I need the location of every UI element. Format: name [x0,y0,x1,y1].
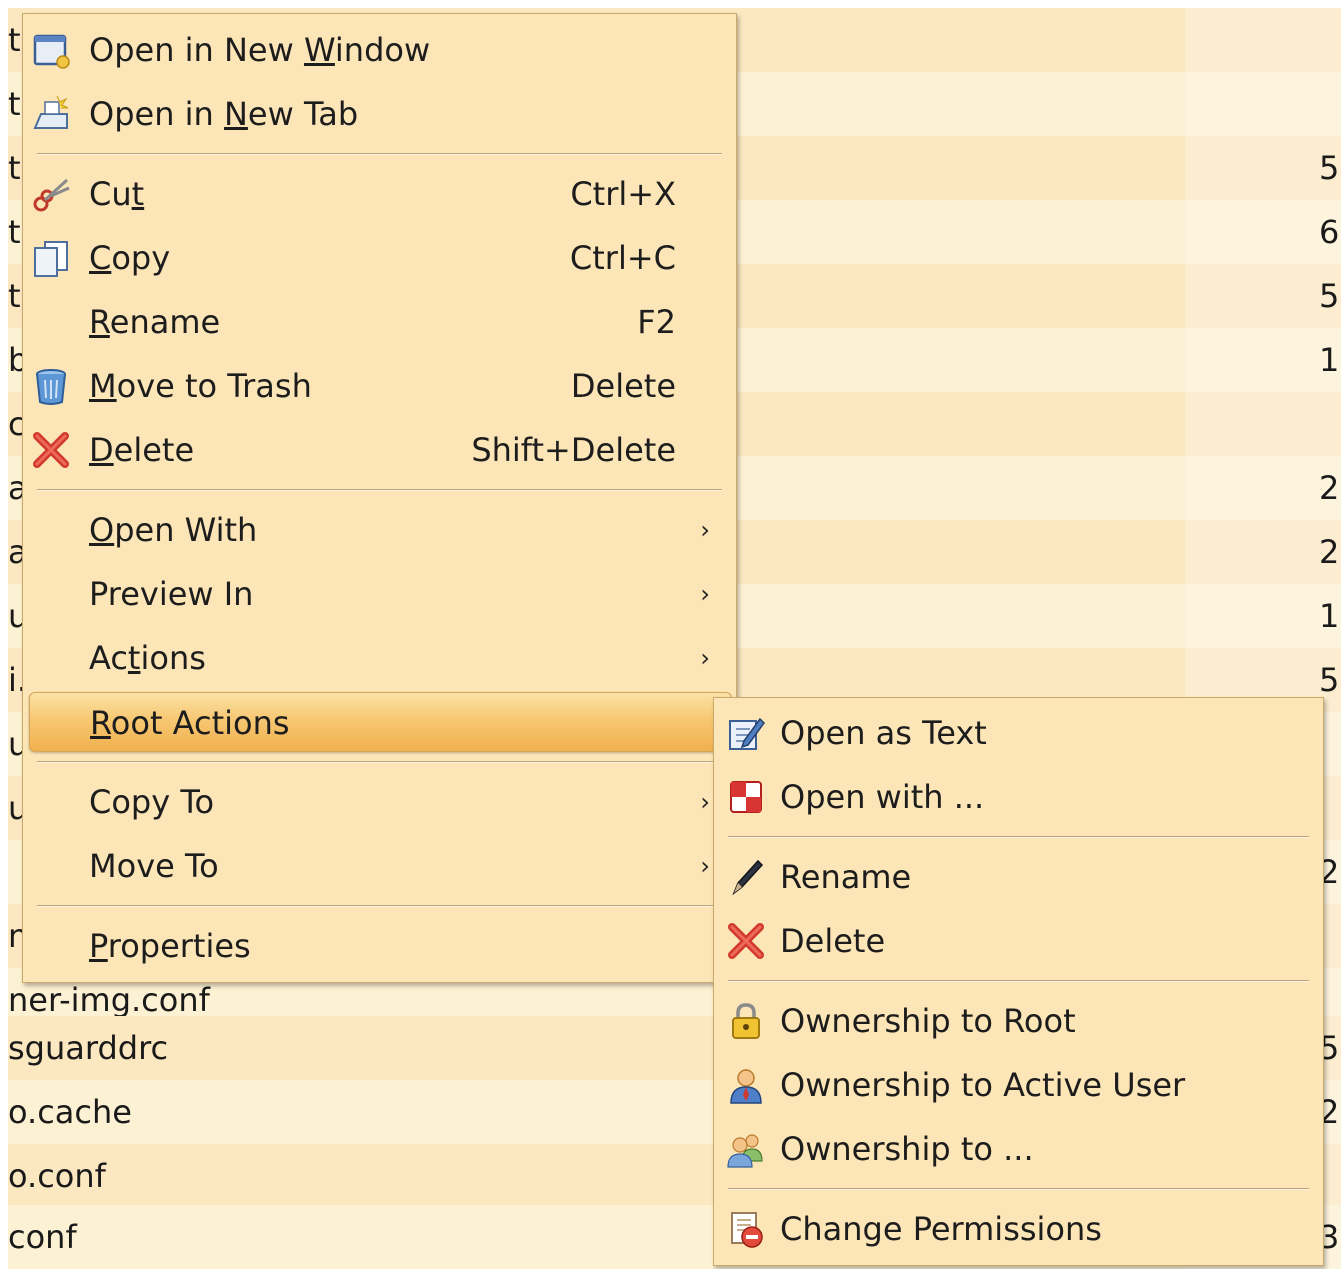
menu-item-shortcut: Shift+Delete [471,431,676,469]
file-name: t [8,213,21,251]
file-name: t [8,149,21,187]
submenu-item-label: Open with ... [780,778,985,816]
submenu-item-ownership-to[interactable]: Ownership to ... [714,1117,1323,1181]
submenu-item-open-with[interactable]: Open with ... [714,765,1323,829]
file-size: 5 [1319,150,1340,186]
menu-item-label: Open in New Window [89,31,431,69]
open-with-icon [726,777,766,817]
pen-icon [726,857,766,897]
context-menu: Open in New Window Open in New Tab Cut C… [22,13,737,983]
submenu-item-delete[interactable]: Delete [714,909,1323,973]
file-name: o.conf [8,1157,106,1195]
submenu-arrow-icon: › [700,580,710,608]
menu-item-root-actions[interactable]: Root Actions › [29,692,732,752]
submenu-item-label: Rename [780,858,912,896]
menu-item-shortcut: Ctrl+X [570,175,676,213]
menu-item-label: Open in New Tab [89,95,359,133]
file-name: conf [8,1218,77,1256]
menu-separator [37,489,722,491]
menu-item-cut[interactable]: Cut Ctrl+X [23,162,736,226]
menu-item-open-in-new-window[interactable]: Open in New Window [23,18,736,82]
menu-item-label: Delete [89,431,195,469]
menu-item-shortcut: Delete [570,367,676,405]
submenu-arrow-icon: › [700,788,710,816]
menu-separator [728,836,1309,838]
menu-item-actions[interactable]: Actions › [23,626,736,690]
edit-text-icon [726,713,766,753]
submenu-item-label: Ownership to Active User [780,1066,1186,1104]
menu-item-label: Move To [89,847,219,885]
menu-separator [37,905,722,907]
menu-item-label: Actions [89,639,206,677]
menu-item-move-to[interactable]: Move To › [23,834,736,898]
menu-item-shortcut: Ctrl+C [569,239,676,277]
submenu-item-change-permissions[interactable]: Change Permissions [714,1197,1323,1261]
submenu-arrow-icon: › [700,852,710,880]
submenu-arrow-icon: › [700,516,710,544]
menu-item-label: Properties [89,927,251,965]
file-name: ner-img.conf [8,981,210,1019]
file-size: 1 [1319,598,1340,634]
file-size: 5 [1319,662,1340,698]
menu-separator [728,980,1309,982]
submenu-item-open-as-text[interactable]: Open as Text [714,701,1323,765]
scissors-icon [31,174,71,214]
submenu-item-label: Delete [780,922,886,960]
file-size: 2 [1319,470,1340,506]
menu-item-open-in-new-tab[interactable]: Open in New Tab [23,82,736,146]
menu-item-label: Copy To [89,783,215,821]
menu-item-label: Open With [89,511,258,549]
submenu-item-label: Ownership to Root [780,1002,1076,1040]
file-name: sguarddrc [8,1029,169,1067]
file-name: t [8,85,21,123]
trash-icon [31,366,71,406]
menu-separator [37,153,722,155]
delete-x-icon [31,430,71,470]
submenu-item-label: Change Permissions [780,1210,1102,1248]
menu-item-open-with[interactable]: Open With › [23,498,736,562]
menu-item-preview-in[interactable]: Preview In › [23,562,736,626]
user-icon [726,1065,766,1105]
menu-item-shortcut: F2 [637,303,676,341]
root-actions-submenu: Open as Text Open with ... Rename Delete… [713,697,1324,1266]
file-size: 6 [1319,214,1340,250]
permissions-icon [726,1209,766,1249]
copy-icon [31,238,71,278]
menu-item-copy[interactable]: Copy Ctrl+C [23,226,736,290]
lock-icon [726,1001,766,1041]
submenu-item-label: Open as Text [780,714,987,752]
menu-item-move-to-trash[interactable]: Move to Trash Delete [23,354,736,418]
file-size: 1 [1319,342,1340,378]
file-name: t [8,21,21,59]
window-icon [31,30,71,70]
delete-x-icon [726,921,766,961]
menu-item-label: Preview In [89,575,254,613]
file-size: 2 [1319,534,1340,570]
menu-item-delete[interactable]: Delete Shift+Delete [23,418,736,482]
menu-item-label: Move to Trash [89,367,312,405]
file-name: o.cache [8,1093,132,1131]
submenu-arrow-icon: › [700,644,710,672]
menu-separator [37,761,722,763]
menu-separator [728,1188,1309,1190]
menu-item-label: Root Actions [90,704,290,742]
submenu-item-ownership-to-active-user[interactable]: Ownership to Active User [714,1053,1323,1117]
submenu-item-ownership-to-root[interactable]: Ownership to Root [714,989,1323,1053]
menu-item-label: Rename [89,303,221,341]
menu-item-copy-to[interactable]: Copy To › [23,770,736,834]
file-name: t [8,277,21,315]
users-icon [726,1129,766,1169]
tab-icon [31,94,71,134]
submenu-item-label: Ownership to ... [780,1130,1034,1168]
menu-item-rename[interactable]: Rename F2 [23,290,736,354]
menu-item-properties[interactable]: Properties [23,914,736,978]
menu-item-label: Cut [89,175,145,213]
file-size: 5 [1319,278,1340,314]
menu-item-label: Copy [89,239,171,277]
submenu-item-rename[interactable]: Rename [714,845,1323,909]
